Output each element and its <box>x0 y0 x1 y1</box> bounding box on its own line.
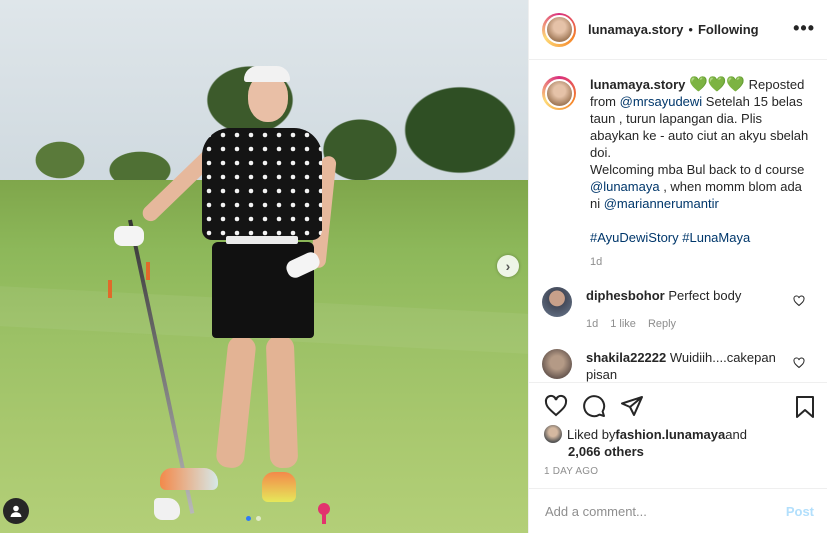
comment-likes[interactable]: 1 like <box>610 316 636 333</box>
comment-icon[interactable] <box>582 394 606 418</box>
avatar[interactable] <box>542 349 572 379</box>
hashtag-link[interactable]: #LunaMaya <box>682 230 750 245</box>
heart-icon[interactable] <box>544 394 568 418</box>
likes-summary: Liked by fashion.lunamaya and <box>544 425 811 443</box>
caption-body: lunamaya.story 💚💚💚 Reposted from @mrsayu… <box>590 76 811 271</box>
post-photo[interactable]: › <box>0 0 528 533</box>
comment-username[interactable]: shakila22222 <box>586 350 666 365</box>
golfer-leg <box>215 334 257 470</box>
add-comment-bar: Post <box>529 488 827 533</box>
golfer-figure <box>110 60 340 530</box>
mention-link[interactable]: @mrsayudewi <box>620 94 703 109</box>
carousel-dot <box>246 516 251 521</box>
comment-username[interactable]: diphesbohor <box>586 288 665 303</box>
comment-item: shakila22222 Wuidiih....cakepan pisan <box>542 349 811 382</box>
header-separator: • <box>688 22 693 37</box>
golfer-shoe <box>262 472 296 502</box>
comments-list[interactable]: lunamaya.story 💚💚💚 Reposted from @mrsayu… <box>529 60 827 382</box>
reply-button[interactable]: Reply <box>648 316 676 333</box>
golfer-leg <box>265 335 299 469</box>
likes-prefix: Liked by <box>567 426 616 442</box>
golfer-shirt <box>202 128 322 240</box>
avatar <box>544 15 574 44</box>
comment-input[interactable] <box>545 503 765 519</box>
caption-username[interactable]: lunamaya.story <box>590 77 685 92</box>
golfer-glove <box>114 226 144 246</box>
golf-tee-stem <box>322 512 326 524</box>
likes-count[interactable]: 2,066 others <box>568 443 811 460</box>
action-icons <box>544 393 811 419</box>
caption-age[interactable]: 1d <box>590 254 811 271</box>
chevron-right-icon: › <box>505 258 511 274</box>
liker-username[interactable]: fashion.lunamaya <box>615 426 725 443</box>
comment-text: Perfect body <box>668 288 742 303</box>
avatar[interactable] <box>544 425 562 443</box>
golfer-belt <box>226 236 298 244</box>
golfer-visor <box>244 66 290 82</box>
comment-like-heart-icon[interactable] <box>793 357 805 369</box>
comment-age[interactable]: 1d <box>586 316 598 333</box>
tagged-users-button[interactable] <box>3 498 29 524</box>
comment-like-heart-icon[interactable] <box>793 295 805 307</box>
comment-body: diphesbohor Perfect body 1d 1 like Reply <box>586 287 786 333</box>
carousel-indicator <box>246 516 261 521</box>
bookmark-icon[interactable] <box>793 395 817 419</box>
share-icon[interactable] <box>620 394 644 418</box>
next-slide-button[interactable]: › <box>497 255 519 277</box>
more-options-icon[interactable]: ••• <box>793 18 815 39</box>
comment-body: shakila22222 Wuidiih....cakepan pisan <box>586 349 786 382</box>
caption-text: Welcoming mba Bul back to d course <box>590 162 805 177</box>
carousel-dot <box>256 516 261 521</box>
post-sidebar: lunamaya.story • Following ••• lunamaya.… <box>528 0 827 533</box>
hashtag-link[interactable]: #AyuDewiStory <box>590 230 679 245</box>
story-ring[interactable] <box>542 76 576 110</box>
golf-club-head <box>154 498 180 520</box>
mention-link[interactable]: @lunamaya <box>590 179 660 194</box>
post-timestamp[interactable]: 1 DAY AGO <box>544 466 811 477</box>
avatar <box>544 78 574 108</box>
avatar[interactable] <box>542 287 572 317</box>
post-header: lunamaya.story • Following ••• <box>529 0 827 60</box>
mention-link[interactable]: @mariannerumantir <box>604 196 719 211</box>
header-username[interactable]: lunamaya.story <box>588 22 683 37</box>
user-tag-icon <box>10 505 22 517</box>
green-heart-emojis: 💚💚💚 <box>689 76 746 93</box>
golfer-shoe <box>160 468 218 490</box>
likes-and: and <box>725 426 747 442</box>
comment-meta: 1d 1 like Reply <box>586 316 786 333</box>
post-actions: Liked by fashion.lunamaya and 2,066 othe… <box>529 382 827 488</box>
caption: lunamaya.story 💚💚💚 Reposted from @mrsayu… <box>542 76 811 271</box>
story-ring[interactable] <box>542 12 576 47</box>
following-button[interactable]: Following <box>698 22 759 37</box>
post-comment-button[interactable]: Post <box>786 504 814 519</box>
comment-item: diphesbohor Perfect body 1d 1 like Reply <box>542 287 811 333</box>
